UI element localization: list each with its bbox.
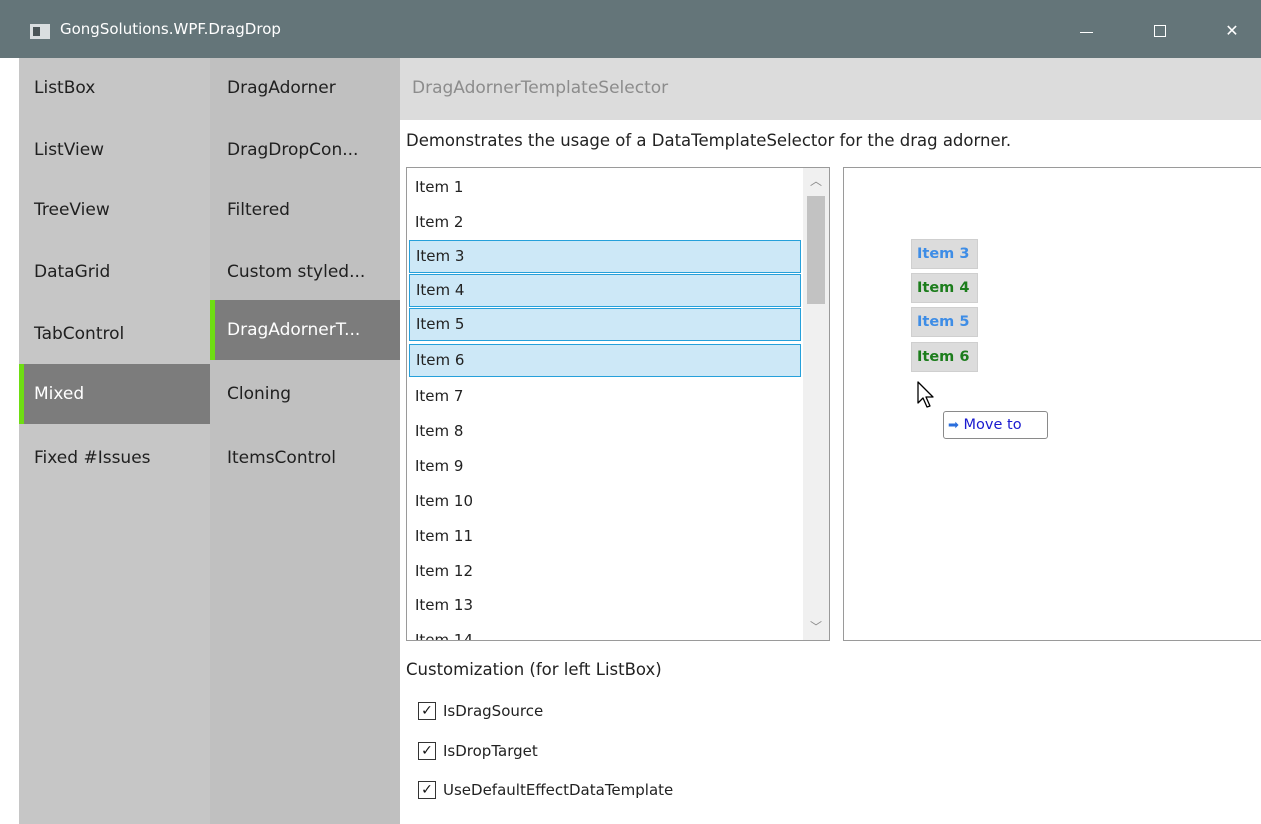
page-title: DragAdornerTemplateSelector: [412, 78, 669, 98]
nav-item-label: Filtered: [227, 200, 290, 220]
drop-effect-label: Move to: [963, 417, 1022, 433]
list-item[interactable]: Item 7: [409, 380, 801, 413]
mouse-cursor-icon: [917, 381, 934, 408]
nav-item-datagrid[interactable]: DataGrid: [19, 242, 210, 302]
scroll-down-icon[interactable]: ﹀: [803, 614, 829, 640]
nav-item-dragadorner-template[interactable]: DragAdornerT...: [210, 300, 400, 360]
nav-item-dragdropcontext[interactable]: DragDropCon...: [210, 120, 400, 180]
minimize-icon: [1080, 32, 1093, 33]
nav-item-fixed-issues[interactable]: Fixed #Issues: [19, 428, 210, 488]
list-item[interactable]: Item 1: [409, 171, 801, 204]
page-header: DragAdornerTemplateSelector: [400, 58, 1261, 120]
nav-item-label: Fixed #Issues: [34, 448, 151, 468]
list-item[interactable]: Item 6: [409, 344, 801, 377]
nav-item-tabcontrol[interactable]: TabControl: [19, 304, 210, 364]
vertical-scrollbar[interactable]: ︿ ﹀: [803, 168, 829, 640]
customization-heading: Customization (for left ListBox): [406, 660, 662, 679]
scroll-up-icon[interactable]: ︿: [803, 168, 829, 194]
nav-item-label: ListView: [34, 140, 105, 160]
minimize-button[interactable]: [1066, 14, 1106, 48]
nav-item-label: TreeView: [34, 200, 110, 220]
nav-item-listview[interactable]: ListView: [19, 120, 210, 180]
nav-item-label: ListBox: [34, 78, 96, 98]
drag-adorner-item: Item 4: [911, 273, 978, 303]
maximize-icon: [1154, 25, 1166, 37]
active-indicator: [210, 300, 215, 360]
title-bar: GongSolutions.WPF.DragDrop ✕: [0, 0, 1261, 58]
checkbox-check-icon[interactable]: ✓: [418, 702, 436, 720]
nav-item-label: Cloning: [227, 384, 292, 404]
page-description: Demonstrates the usage of a DataTemplate…: [406, 131, 1012, 150]
nav-item-label: DataGrid: [34, 262, 111, 282]
list-item[interactable]: Item 3: [409, 240, 801, 273]
nav-item-dragadorner[interactable]: DragAdorner: [210, 58, 400, 118]
drag-adorner-item: Item 5: [911, 307, 978, 337]
list-item[interactable]: Item 8: [409, 415, 801, 448]
arrow-right-icon: ➡: [948, 418, 959, 433]
drag-adorner-item: Item 6: [911, 342, 978, 372]
nav-item-label: TabControl: [34, 324, 125, 344]
nav-item-label: Mixed: [34, 384, 85, 404]
app-icon: [30, 24, 50, 39]
drop-effect-badge: ➡ Move to: [943, 411, 1048, 439]
maximize-button[interactable]: [1140, 14, 1180, 48]
nav-item-listbox[interactable]: ListBox: [19, 58, 210, 118]
scrollbar-thumb[interactable]: [807, 196, 825, 304]
nav-item-itemscontrol[interactable]: ItemsControl: [210, 428, 400, 488]
list-item[interactable]: Item 14: [409, 624, 801, 640]
list-item[interactable]: Item 4: [409, 274, 801, 307]
active-indicator: [19, 364, 24, 424]
nav-item-label: DragAdorner: [227, 78, 336, 98]
nav-item-cloning[interactable]: Cloning: [210, 364, 400, 424]
nav-item-custom-styled[interactable]: Custom styled...: [210, 242, 400, 302]
nav-column-1: ListBox ListView TreeView DataGrid TabCo…: [19, 58, 210, 824]
nav-item-label: DragDropCon...: [227, 140, 359, 160]
window-title: GongSolutions.WPF.DragDrop: [60, 20, 281, 38]
nav-item-label: Custom styled...: [227, 262, 366, 282]
nav-item-label: ItemsControl: [227, 448, 337, 468]
list-item[interactable]: Item 13: [409, 589, 801, 622]
nav-item-filtered[interactable]: Filtered: [210, 180, 400, 240]
nav-item-mixed[interactable]: Mixed: [19, 364, 210, 424]
close-icon: ✕: [1225, 21, 1239, 40]
list-item[interactable]: Item 2: [409, 206, 801, 239]
checkbox-check-icon[interactable]: ✓: [418, 742, 436, 760]
list-item[interactable]: Item 5: [409, 308, 801, 341]
close-button[interactable]: ✕: [1212, 14, 1252, 48]
checkbox-check-icon[interactable]: ✓: [418, 781, 436, 799]
list-item[interactable]: Item 12: [409, 555, 801, 588]
checkbox-label: IsDropTarget: [443, 742, 538, 760]
checkbox-label: IsDragSource: [443, 702, 544, 720]
list-item[interactable]: Item 11: [409, 520, 801, 553]
nav-column-2: DragAdorner DragDropCon... Filtered Cust…: [210, 58, 400, 824]
source-listbox[interactable]: Item 1 Item 2 Item 3 Item 4 Item 5 Item …: [406, 167, 830, 641]
drag-adorner-item: Item 3: [911, 239, 978, 269]
nav-item-label: DragAdornerT...: [227, 320, 361, 340]
drop-target-panel[interactable]: Item 3 Item 4 Item 5 Item 6 ➡ Move to: [843, 167, 1261, 641]
list-item[interactable]: Item 10: [409, 485, 801, 518]
nav-item-treeview[interactable]: TreeView: [19, 180, 210, 240]
checkbox-label: UseDefaultEffectDataTemplate: [443, 781, 674, 799]
list-item[interactable]: Item 9: [409, 450, 801, 483]
